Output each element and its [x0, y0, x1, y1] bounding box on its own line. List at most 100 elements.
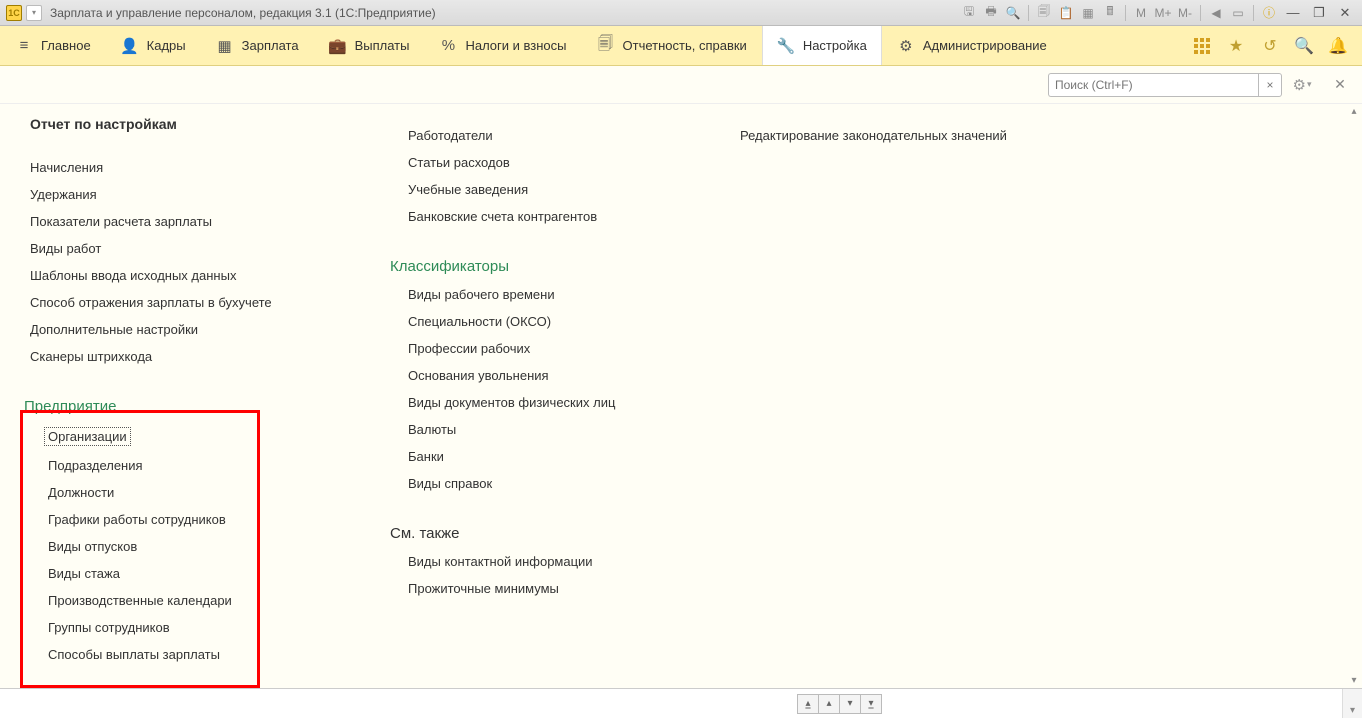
title-bar: 1C ▾ Зарплата и управление персоналом, р… [0, 0, 1362, 26]
app-dropdown-icon[interactable]: ▾ [26, 5, 42, 21]
history-icon[interactable]: ↺ [1260, 36, 1280, 56]
separator [1028, 5, 1029, 21]
maximize-button[interactable]: ❐ [1308, 4, 1330, 22]
nav-label: Выплаты [355, 38, 410, 53]
info-icon[interactable]: ⓘ [1260, 4, 1278, 22]
link-positions[interactable]: Должности [30, 479, 300, 506]
link-counterparty-bank-accounts[interactable]: Банковские счета контрагентов [390, 203, 650, 230]
link-work-schedules[interactable]: Графики работы сотрудников [30, 506, 300, 533]
print-icon[interactable]: 🖶 [982, 4, 1000, 22]
search-input[interactable] [1048, 73, 1258, 97]
calendar-icon[interactable]: ▦ [1079, 4, 1097, 22]
nav-personnel[interactable]: 👤 Кадры [106, 26, 201, 65]
percent-icon: % [439, 37, 457, 55]
gear-icon: ⚙ [897, 37, 915, 55]
link-data-templates[interactable]: Шаблоны ввода исходных данных [30, 262, 300, 289]
clipboard-icon[interactable]: 📋 [1057, 4, 1075, 22]
save-icon[interactable]: 🖫 [960, 4, 978, 22]
link-specialties[interactable]: Специальности (ОКСО) [390, 308, 650, 335]
link-educational-institutions[interactable]: Учебные заведения [390, 176, 650, 203]
close-panel-button[interactable]: ✕ [1330, 75, 1350, 95]
scroll-down-icon[interactable]: ▾ [1351, 675, 1356, 686]
table-icon: ▦ [216, 37, 234, 55]
menu-icon: ≡ [15, 37, 33, 55]
link-subdivisions[interactable]: Подразделения [30, 452, 300, 479]
scroll-up-icon[interactable]: ▴ [1351, 106, 1356, 117]
nav-label: Настройка [803, 38, 867, 53]
link-expense-items[interactable]: Статьи расходов [390, 149, 650, 176]
link-subsistence-minimums[interactable]: Прожиточные минимумы [390, 575, 650, 602]
nav-label: Зарплата [242, 38, 299, 53]
link-production-calendars[interactable]: Производственные календари [30, 587, 300, 614]
scroll-up-button[interactable]: ▴ [818, 694, 840, 714]
column-1: Отчет по настройкам Начисления Удержания… [30, 112, 300, 680]
copy-icon[interactable]: 🗐 [1035, 4, 1053, 22]
nav-payments[interactable]: 💼 Выплаты [314, 26, 425, 65]
search-clear-button[interactable]: × [1258, 73, 1282, 97]
link-salary-accounting[interactable]: Способ отражения зарплаты в бухучете [30, 289, 300, 316]
nav-reports[interactable]: 🗐 Отчетность, справки [582, 26, 762, 65]
link-employers[interactable]: Работодатели [390, 122, 650, 149]
link-vacation-types[interactable]: Виды отпусков [30, 533, 300, 560]
star-icon[interactable]: ★ [1226, 36, 1246, 56]
nav-label: Отчетность, справки [623, 38, 747, 53]
report-settings-title[interactable]: Отчет по настройкам [30, 116, 300, 132]
link-dismissal-grounds[interactable]: Основания увольнения [390, 362, 650, 389]
apps-grid-icon[interactable] [1192, 36, 1212, 56]
link-contact-info-types[interactable]: Виды контактной информации [390, 548, 650, 575]
sub-toolbar: × ⚙▾ ✕ [0, 66, 1362, 104]
link-currencies[interactable]: Валюты [390, 416, 650, 443]
search-icon[interactable]: 🔍 [1294, 36, 1314, 56]
nav-label: Кадры [147, 38, 186, 53]
link-barcode-scanners[interactable]: Сканеры штрихкода [30, 343, 300, 370]
preview-icon[interactable]: 🔍 [1004, 4, 1022, 22]
column-3: Редактирование законодательных значений [740, 112, 1007, 680]
nav-settings[interactable]: 🔧 Настройка [762, 26, 882, 65]
bell-icon[interactable]: 🔔 [1328, 36, 1348, 56]
nav-main[interactable]: ≡ Главное [0, 26, 106, 65]
link-accruals[interactable]: Начисления [30, 154, 300, 181]
link-certificate-types[interactable]: Виды справок [390, 470, 650, 497]
scroll-button-group: ▴̲ ▴ ▾ ▾̲ [798, 694, 882, 714]
main-navigation: ≡ Главное 👤 Кадры ▦ Зарплата 💼 Выплаты %… [0, 26, 1362, 66]
scroll-last-button[interactable]: ▾̲ [860, 694, 882, 714]
link-organizations[interactable]: Организации [30, 421, 300, 452]
link-edit-legislative-values[interactable]: Редактирование законодательных значений [740, 122, 1007, 149]
back-icon[interactable]: ◀ [1207, 4, 1225, 22]
nav-administration[interactable]: ⚙ Администрирование [882, 26, 1062, 65]
memory-mminus-icon[interactable]: M- [1176, 4, 1194, 22]
wrench-icon: 🔧 [777, 37, 795, 55]
link-work-types[interactable]: Виды работ [30, 235, 300, 262]
nav-salary[interactable]: ▦ Зарплата [201, 26, 314, 65]
link-salary-indicators[interactable]: Показатели расчета зарплаты [30, 208, 300, 235]
close-button[interactable]: ✕ [1334, 4, 1356, 22]
link-banks[interactable]: Банки [390, 443, 650, 470]
settings-dropdown-icon[interactable]: ⚙▾ [1288, 73, 1316, 97]
link-payment-methods[interactable]: Способы выплаты зарплаты [30, 641, 300, 668]
scroll-first-button[interactable]: ▴̲ [797, 694, 819, 714]
scroll-down-button[interactable]: ▾ [839, 694, 861, 714]
link-employee-groups[interactable]: Группы сотрудников [30, 614, 300, 641]
nav-label: Администрирование [923, 38, 1047, 53]
calculator-icon[interactable]: 🖩 [1101, 4, 1119, 22]
link-working-time-types[interactable]: Виды рабочего времени [390, 281, 650, 308]
nav-right-icons: ★ ↺ 🔍 🔔 [1178, 26, 1362, 65]
minimize-button[interactable]: — [1282, 4, 1304, 22]
link-additional-settings[interactable]: Дополнительные настройки [30, 316, 300, 343]
memory-m-icon[interactable]: M [1132, 4, 1150, 22]
vertical-scrollbar[interactable]: ▴ ▾ [1346, 104, 1362, 688]
nav-label: Главное [41, 38, 91, 53]
link-seniority-types[interactable]: Виды стажа [30, 560, 300, 587]
titlebar-tool-icons: 🖫 🖶 🔍 🗐 📋 ▦ 🖩 M M+ M- ◀ ▭ ⓘ — ❐ ✕ [960, 4, 1356, 22]
link-deductions[interactable]: Удержания [30, 181, 300, 208]
separator [1200, 5, 1201, 21]
link-individual-doc-types[interactable]: Виды документов физических лиц [390, 389, 650, 416]
link-worker-professions[interactable]: Профессии рабочих [390, 335, 650, 362]
nav-taxes[interactable]: % Налоги и взносы [424, 26, 581, 65]
document-icon: 🗐 [597, 37, 615, 55]
right-scroll-strip[interactable]: ▾ [1342, 689, 1362, 718]
bottom-bar: ▴̲ ▴ ▾ ▾̲ ▾ [0, 688, 1362, 718]
link-organizations-label: Организации [44, 427, 131, 446]
panel-icon[interactable]: ▭ [1229, 4, 1247, 22]
memory-mplus-icon[interactable]: M+ [1154, 4, 1172, 22]
